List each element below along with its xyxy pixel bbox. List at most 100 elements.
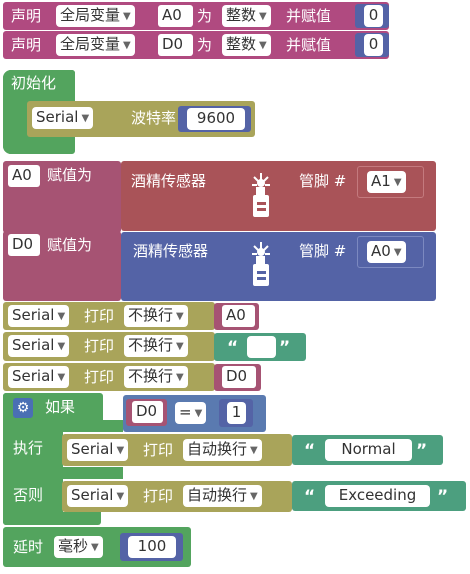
variable-field[interactable]: D0 [132, 401, 163, 423]
serial-print-block-1[interactable]: Serial ▼ 打印 不换行 ▼ [3, 302, 215, 330]
pin-label: 管脚 # [299, 172, 347, 190]
dropdown-arrow-icon: ▼ [57, 311, 66, 322]
dropdown-arrow-icon: ▼ [250, 491, 258, 502]
serial-port-dropdown[interactable]: Serial ▼ [67, 485, 129, 507]
dropdown-arrow-icon: ▼ [176, 341, 184, 352]
delay-socket: 100 [120, 533, 183, 561]
serial-println-normal-block[interactable]: Serial ▼ 打印 自动换行 ▼ [62, 434, 292, 466]
if-else-bar [3, 467, 123, 479]
print-label: 打印 [84, 368, 115, 386]
operator-dropdown[interactable]: = ▼ [175, 402, 207, 424]
pin-dropdown[interactable]: A1 ▼ [367, 171, 406, 193]
scope-dropdown[interactable]: 全局变量 ▼ [56, 34, 135, 56]
variable-name-field[interactable]: D0 [158, 34, 193, 56]
text-string-block[interactable]: “ ” [214, 333, 306, 361]
text-input[interactable] [247, 336, 276, 358]
newline-mode-dropdown[interactable]: 自动换行 ▼ [183, 485, 262, 507]
type-dropdown[interactable]: 整数 ▼ [222, 5, 271, 27]
assign-label: 并赋值 [286, 7, 332, 25]
open-quote: “ [304, 487, 316, 507]
dropdown-arrow-icon: ▼ [176, 372, 184, 383]
assign-a0-block[interactable]: A0 赋值为 [3, 161, 121, 233]
alcohol-sensor-block-d0[interactable]: 酒精传感器 管脚 # A0 ▼ [121, 232, 436, 301]
setup-footer [3, 140, 69, 154]
declare-a0-block[interactable]: 声明 全局变量 ▼ A0 为 整数 ▼ 并赋值 0 [3, 2, 389, 30]
if-footer [3, 512, 101, 525]
delay-unit-dropdown[interactable]: 毫秒 ▼ [54, 536, 103, 558]
dropdown-arrow-icon: ▼ [57, 341, 66, 352]
print-label: 打印 [84, 337, 115, 355]
dropdown-arrow-icon: ▼ [123, 40, 131, 51]
open-quote: “ [227, 338, 239, 358]
assign-d0-block[interactable]: D0 赋值为 [3, 231, 121, 301]
serial-print-block-2[interactable]: Serial ▼ 打印 不换行 ▼ [3, 332, 215, 361]
serial-port-dropdown[interactable]: Serial ▼ [67, 439, 129, 461]
declare-d0-block[interactable]: 声明 全局变量 ▼ D0 为 整数 ▼ 并赋值 0 [3, 31, 389, 59]
declare-keyword: 声明 [11, 36, 42, 54]
gear-icon[interactable]: ⚙ [13, 398, 33, 418]
value-socket: 0 [355, 4, 389, 28]
serial-println-exceeding-block[interactable]: Serial ▼ 打印 自动换行 ▼ [62, 481, 292, 512]
dropdown-arrow-icon: ▼ [57, 372, 66, 383]
newline-mode-dropdown[interactable]: 自动换行 ▼ [183, 439, 262, 461]
newline-mode-dropdown[interactable]: 不换行 ▼ [124, 305, 188, 327]
dropdown-arrow-icon: ▼ [194, 408, 203, 419]
dropdown-arrow-icon: ▼ [393, 247, 402, 258]
as-label: 为 [197, 7, 213, 25]
alcohol-sensor-icon [252, 173, 270, 217]
compare-block[interactable]: D0 = ▼ 1 [123, 395, 266, 432]
variable-a0-block[interactable]: A0 [214, 303, 259, 330]
variable-field[interactable]: A0 [8, 165, 40, 187]
print-label: 打印 [84, 307, 115, 325]
pin-socket: A0 ▼ [357, 236, 424, 268]
alcohol-sensor-icon [252, 242, 270, 286]
delay-input[interactable]: 100 [128, 536, 176, 558]
variable-field[interactable]: A0 [222, 305, 255, 327]
serial-port-dropdown[interactable]: Serial ▼ [8, 366, 70, 388]
dropdown-arrow-icon: ▼ [393, 177, 402, 188]
sensor-label: 酒精传感器 [133, 242, 209, 260]
close-quote: ” [279, 338, 291, 358]
serial-print-block-3[interactable]: Serial ▼ 打印 不换行 ▼ [3, 363, 215, 391]
assign-label: 赋值为 [47, 166, 93, 184]
serial-begin-block[interactable]: Serial ▼ 波特率 9600 [27, 101, 255, 137]
dropdown-arrow-icon: ▼ [116, 445, 125, 456]
dropdown-arrow-icon: ▼ [91, 542, 99, 553]
pin-label: 管脚 # [299, 242, 347, 260]
serial-port-dropdown[interactable]: Serial ▼ [32, 107, 94, 129]
if-then-bar [3, 420, 123, 432]
alcohol-sensor-block-a0[interactable]: 酒精传感器 管脚 # A1 ▼ [121, 161, 436, 231]
dropdown-arrow-icon: ▼ [259, 40, 267, 51]
variable-field[interactable]: D0 [8, 234, 40, 256]
value-socket: 0 [355, 33, 389, 57]
newline-mode-dropdown[interactable]: 不换行 ▼ [124, 366, 188, 388]
type-dropdown[interactable]: 整数 ▼ [222, 34, 271, 56]
newline-mode-dropdown[interactable]: 不换行 ▼ [124, 335, 188, 357]
setup-label: 初始化 [11, 74, 57, 92]
print-label: 打印 [143, 487, 174, 505]
dropdown-arrow-icon: ▼ [81, 113, 90, 124]
number-input[interactable]: 1 [227, 402, 246, 424]
value-input[interactable]: 0 [364, 34, 383, 56]
serial-port-dropdown[interactable]: Serial ▼ [8, 305, 70, 327]
serial-port-dropdown[interactable]: Serial ▼ [8, 335, 70, 357]
close-quote: ” [437, 487, 449, 507]
text-input[interactable]: Normal [325, 439, 412, 461]
variable-name-field[interactable]: A0 [158, 5, 193, 27]
assign-label: 并赋值 [286, 36, 332, 54]
variable-field[interactable]: D0 [222, 366, 256, 388]
scope-dropdown[interactable]: 全局变量 ▼ [56, 5, 135, 27]
pin-dropdown[interactable]: A0 ▼ [367, 241, 406, 263]
sensor-label: 酒精传感器 [131, 172, 207, 190]
baud-input[interactable]: 9600 [187, 108, 245, 130]
text-exceeding-block[interactable]: “ Exceeding ” [292, 481, 466, 511]
text-input[interactable]: Exceeding [325, 485, 430, 507]
text-normal-block[interactable]: “ Normal ” [292, 435, 443, 465]
value-input[interactable]: 0 [364, 5, 383, 27]
delay-block[interactable]: 延时 毫秒 ▼ 100 [3, 527, 191, 567]
dropdown-arrow-icon: ▼ [116, 491, 125, 502]
variable-d0-block[interactable]: D0 [214, 364, 261, 391]
baud-label: 波特率 [131, 109, 177, 127]
assign-label: 赋值为 [47, 236, 93, 254]
close-quote: ” [416, 441, 428, 461]
